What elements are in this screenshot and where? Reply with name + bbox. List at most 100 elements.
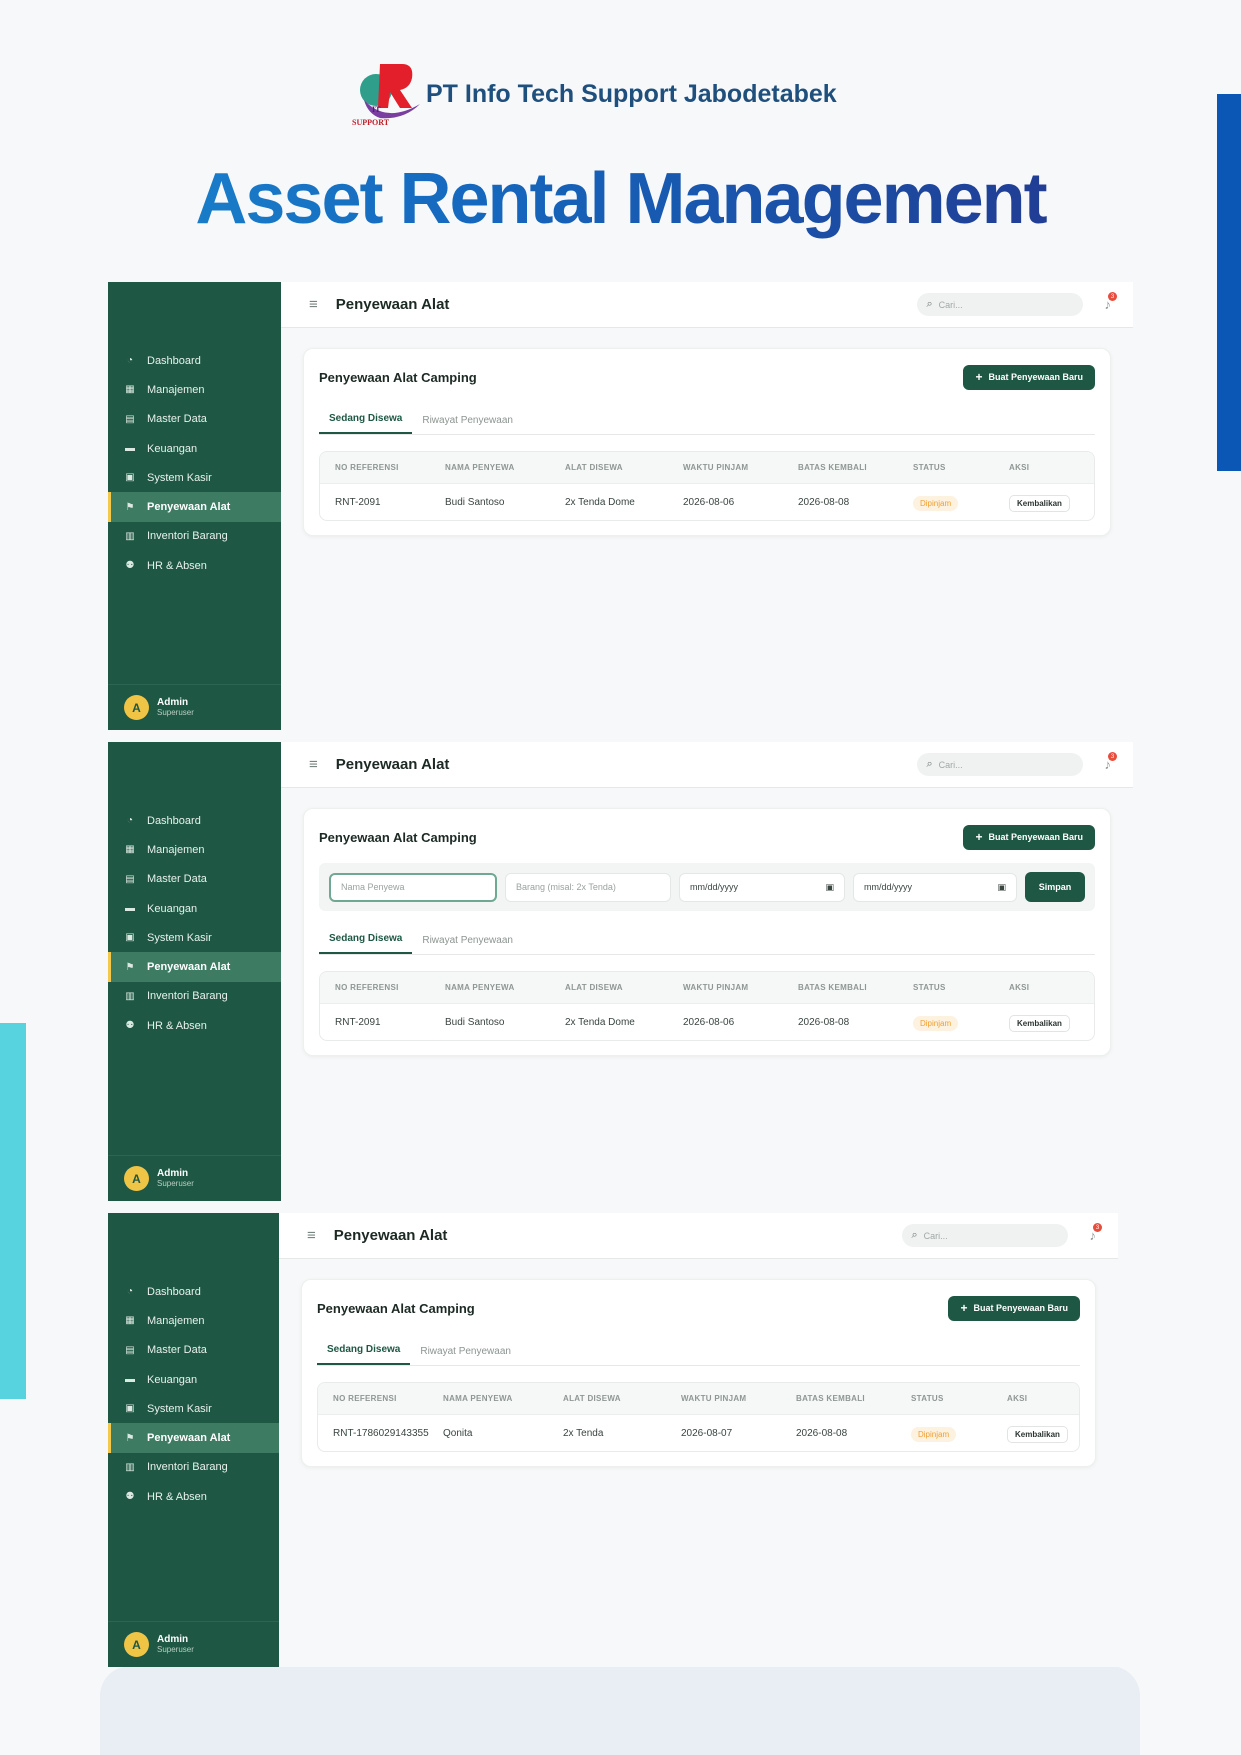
status-badge: Dipinjam — [913, 496, 959, 511]
topbar: ≡ Penyewaan Alat ⌕ Cari... ♪ 3 — [281, 282, 1133, 328]
table-row: RNT-2091 Budi Santoso 2x Tenda Dome 2026-08… — [320, 484, 1094, 520]
sidebar-item[interactable]: ⚑ Penyewaan Alat — [108, 492, 281, 522]
notification-badge: 3 — [1108, 752, 1117, 761]
sidebar-item[interactable]: ▬ Keuangan — [108, 894, 281, 923]
col-action: Kembalikan — [1009, 1013, 1070, 1032]
sidebar-item[interactable]: ▤ Master Data — [108, 865, 281, 894]
end-date-input[interactable]: mm/dd/yyyy ▣ — [853, 872, 1017, 902]
user-profile[interactable]: A Admin Superuser — [108, 1621, 279, 1667]
sidebar-item[interactable]: ⚉ HR & Absen — [108, 551, 281, 580]
sidebar-item[interactable]: ▣ System Kasir — [108, 1394, 279, 1423]
sidebar-item[interactable]: ⚉ HR & Absen — [108, 1011, 281, 1040]
sidebar-item[interactable]: ▣ System Kasir — [108, 463, 281, 492]
card-title: Penyewaan Alat Camping — [317, 1300, 475, 1316]
tab-active-rentals[interactable]: Sedang Disewa — [319, 933, 413, 954]
bell-icon[interactable]: ♪ 3 — [1105, 752, 1117, 772]
sidebar-item[interactable]: ▥ Inventori Barang — [108, 982, 281, 1011]
column-header: ALAT DISEWA — [565, 463, 623, 472]
column-header: ALAT DISEWA — [565, 983, 623, 992]
boxes-icon: ▥ — [125, 1461, 135, 1473]
start-date-input[interactable]: mm/dd/yyyy ▣ — [679, 872, 845, 902]
sidebar-item-label: System Kasir — [147, 471, 212, 484]
plus-icon: + — [975, 830, 983, 844]
sidebar-item[interactable]: ⚑ Penyewaan Alat — [108, 1423, 279, 1453]
column-header: STATUS — [913, 463, 946, 472]
column-header: ALAT DISEWA — [563, 1394, 621, 1403]
rental-card: Penyewaan Alat Camping + Buat Penyewaan Ba… — [303, 808, 1111, 1056]
sidebar-item-label: System Kasir — [147, 931, 212, 944]
search-input[interactable]: ⌕ Cari... — [901, 1224, 1068, 1247]
tab-rental-history[interactable]: Riwayat Penyewaan — [410, 1346, 521, 1365]
tab-rental-history[interactable]: Riwayat Penyewaan — [412, 935, 523, 954]
bell-icon[interactable]: ♪ 3 — [1090, 1223, 1102, 1243]
sidebar-item[interactable]: ⚉ HR & Absen — [108, 1482, 279, 1511]
tab-active-rentals[interactable]: Sedang Disewa — [319, 413, 413, 434]
sidebar-item[interactable]: ▤ Master Data — [108, 1336, 279, 1365]
sidebar-item[interactable]: ▬ Keuangan — [108, 434, 281, 463]
sidebar-item[interactable]: ▤ Master Data — [108, 405, 281, 434]
search-icon: ⌕ — [911, 1229, 918, 1241]
sidebar-item[interactable]: ◔ Dashboard — [108, 1277, 279, 1306]
sidebar-item[interactable]: ⚑ Penyewaan Alat — [108, 952, 281, 982]
new-rental-button[interactable]: + Buat Penyewaan Baru — [963, 364, 1095, 390]
menu-icon[interactable]: ≡ — [309, 756, 318, 773]
search-input[interactable]: ⌕ Cari... — [916, 753, 1083, 776]
user-profile[interactable]: A Admin Superuser — [108, 684, 281, 730]
calendar-icon[interactable]: ▣ — [825, 882, 834, 893]
return-button[interactable]: Kembalikan — [1009, 494, 1070, 512]
sidebar-item[interactable]: ▦ Manajemen — [108, 1306, 279, 1335]
sidebar: ◔ Dashboard ▦ Manajemen ▤ Master Data ▬ Keuanga… — [108, 282, 281, 730]
tab-active-rentals[interactable]: Sedang Disewa — [317, 1344, 411, 1365]
hiking-icon: ⚑ — [125, 961, 135, 973]
sidebar-item[interactable]: ◔ Dashboard — [108, 806, 281, 835]
tab-bar: Sedang Disewa Riwayat Penyewaan — [319, 407, 1095, 435]
sidebar-item[interactable]: ▣ System Kasir — [108, 923, 281, 952]
search-input[interactable]: ⌕ Cari... — [916, 293, 1083, 316]
topbar: ≡ Penyewaan Alat ⌕ Cari... ♪ 3 — [281, 742, 1133, 788]
sidebar-item[interactable]: ▬ Keuangan — [108, 1365, 279, 1394]
sidebar-item[interactable]: ▦ Manajemen — [108, 835, 281, 864]
sidebar-item-label: Penyewaan Alat — [147, 1432, 231, 1445]
sidebar-item-label: Penyewaan Alat — [147, 961, 231, 974]
menu-icon[interactable]: ≡ — [309, 296, 318, 313]
wallet-icon: ▬ — [125, 1374, 135, 1386]
return-button[interactable]: Kembalikan — [1009, 1014, 1070, 1032]
sidebar-item[interactable]: ▥ Inventori Barang — [108, 1453, 279, 1482]
column-header: BATAS KEMBALI — [798, 463, 867, 472]
item-input[interactable]: Barang (misal: 2x Tenda) — [505, 872, 671, 902]
new-rental-button[interactable]: + Buat Penyewaan Baru — [948, 1295, 1080, 1321]
screenshot-rental-form: ◔ Dashboard ▦ Manajemen ▤ Master Data ▬ Keuanga… — [108, 742, 1133, 1201]
new-rental-button[interactable]: + Buat Penyewaan Baru — [963, 824, 1095, 850]
col-end: 2026-08-08 — [798, 1016, 850, 1028]
column-header: AKSI — [1009, 463, 1030, 472]
sidebar-item[interactable]: ▦ Manajemen — [108, 375, 281, 404]
sidebar-item-label: Penyewaan Alat — [147, 501, 231, 514]
save-button[interactable]: Simpan — [1025, 872, 1085, 902]
table-header: NO REFERENSI NAMA PENYEWA ALAT DISEWA WAKTU… — [318, 1383, 1079, 1415]
column-header: NO REFERENSI — [333, 1394, 397, 1403]
sidebar-nav: ◔ Dashboard ▦ Manajemen ▤ Master Data ▬ Keuanga… — [108, 806, 281, 1040]
renter-name-input[interactable]: Nama Penyewa — [329, 872, 497, 902]
svg-text:SUPPORT: SUPPORT — [352, 118, 390, 127]
return-button[interactable]: Kembalikan — [1007, 1425, 1068, 1443]
sidebar: ◔ Dashboard ▦ Manajemen ▤ Master Data ▬ Keuanga… — [108, 742, 281, 1201]
user-profile[interactable]: A Admin Superuser — [108, 1155, 281, 1201]
decor-bar-left — [0, 1023, 26, 1399]
calendar-icon[interactable]: ▣ — [997, 882, 1006, 893]
sidebar-nav: ◔ Dashboard ▦ Manajemen ▤ Master Data ▬ Keuanga… — [108, 346, 281, 580]
bell-icon[interactable]: ♪ 3 — [1105, 292, 1117, 312]
rental-table: NO REFERENSI NAMA PENYEWA ALAT DISEWA WAKTU… — [319, 451, 1095, 521]
sidebar-item-label: HR & Absen — [147, 1490, 207, 1503]
sidebar-item[interactable]: ◔ Dashboard — [108, 346, 281, 375]
sidebar-item[interactable]: ▥ Inventori Barang — [108, 522, 281, 551]
search-placeholder: Cari... — [938, 299, 963, 310]
sidebar-item-label: Master Data — [147, 1344, 207, 1357]
tab-rental-history[interactable]: Riwayat Penyewaan — [412, 415, 523, 434]
hiking-icon: ⚑ — [125, 1432, 135, 1444]
menu-icon[interactable]: ≡ — [307, 1227, 316, 1244]
sidebar-item-label: Dashboard — [147, 1285, 201, 1298]
col-status: Dipinjam — [911, 1424, 1007, 1442]
user-name: Admin — [157, 1168, 189, 1180]
sidebar-item-label: Manajemen — [147, 1314, 205, 1327]
calendar-check-icon: ▦ — [125, 384, 135, 396]
